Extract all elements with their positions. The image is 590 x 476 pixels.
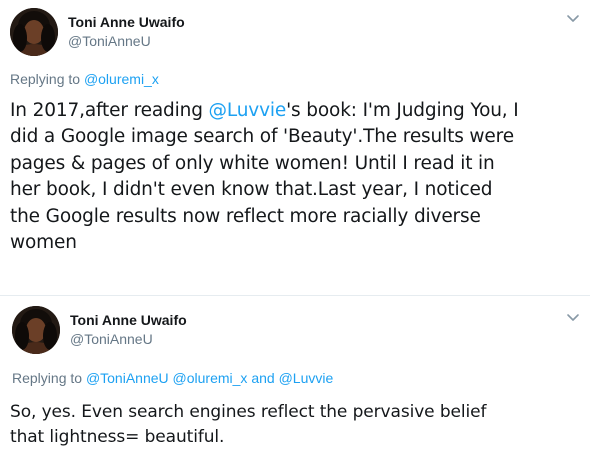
reply-mention[interactable]: @ToniAnneU: [86, 370, 169, 386]
profile-photo-avatar: [10, 8, 58, 56]
avatar[interactable]: [10, 8, 58, 56]
tweet-text: In 2017,after reading @Luvvie's book: I'…: [10, 98, 582, 256]
tweet-text-line: her book, I didn't even know that.Last y…: [10, 179, 493, 201]
author-handle[interactable]: @ToniAnneU: [70, 331, 153, 347]
replying-to: Replying to @oluremi_x: [10, 71, 159, 87]
reply-mention[interactable]: @Luvvie: [279, 370, 334, 386]
chevron-down-icon[interactable]: [566, 14, 580, 24]
tweet-text-line: women: [10, 232, 77, 254]
chevron-down-icon[interactable]: [566, 313, 580, 323]
tweet-text: So, yes. Even search engines reflect the…: [10, 400, 582, 450]
tweet-text-line: In 2017,after reading @Luvvie's book: I'…: [10, 98, 582, 124]
avatar[interactable]: [12, 306, 60, 354]
replying-to-label: Replying to: [12, 370, 83, 386]
replying-to: Replying to @ToniAnneU @oluremi_x and @L…: [12, 370, 333, 386]
text-segment: 's book: I'm Judging You, I: [286, 100, 519, 121]
replying-to-label: Replying to: [10, 71, 81, 87]
mention-link[interactable]: @Luvvie: [209, 100, 287, 121]
tweet-text-line: So, yes. Even search engines reflect the…: [10, 402, 487, 422]
profile-photo-avatar: [12, 306, 60, 354]
tweet-text-line: the Google results now reflect more raci…: [10, 205, 481, 227]
reply-conjunction[interactable]: and: [251, 370, 274, 386]
tweet[interactable]: Toni Anne Uwaifo @ToniAnneU Replying to …: [0, 0, 590, 296]
reply-mention[interactable]: @oluremi_x: [173, 370, 248, 386]
tweet[interactable]: Toni Anne Uwaifo @ToniAnneU Replying to …: [0, 296, 590, 476]
author-name[interactable]: Toni Anne Uwaifo: [70, 312, 187, 328]
tweet-text-line: that lightness= beautiful.: [10, 427, 225, 447]
reply-mention[interactable]: @oluremi_x: [84, 71, 159, 87]
text-segment: In 2017,after reading: [10, 100, 209, 121]
author-handle[interactable]: @ToniAnneU: [68, 33, 151, 49]
tweet-text-line: did a Google image search of 'Beauty'.Th…: [10, 126, 514, 148]
author-name[interactable]: Toni Anne Uwaifo: [68, 14, 185, 30]
tweet-text-line: pages & pages of only white women! Until…: [10, 152, 495, 174]
